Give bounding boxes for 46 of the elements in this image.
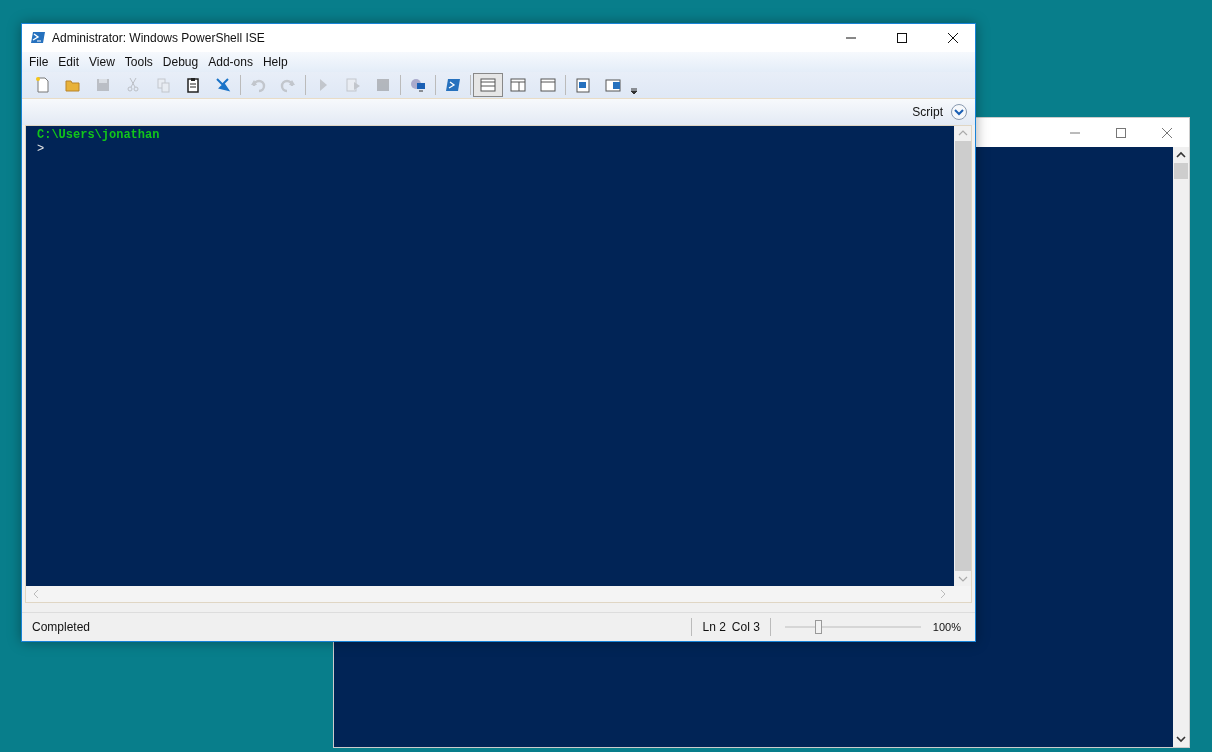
menu-item[interactable]: Tools [120,55,159,69]
layout-button[interactable] [473,73,503,97]
clear-icon [214,76,232,94]
chevron-icon [954,108,964,116]
maximize-icon[interactable] [896,32,908,44]
save-icon [94,76,112,94]
pane-script-icon [574,76,592,94]
layout-max-icon [539,76,557,94]
copy-icon [154,76,172,94]
horizontal-scrollbar[interactable] [26,586,971,602]
close-icon[interactable] [947,32,959,44]
script-pane-label: Script [912,105,943,119]
show-script-pane-button[interactable] [951,104,967,120]
runsel-icon [344,76,362,94]
window-title: Administrator: Windows PowerShell ISE [52,31,265,45]
menu-item[interactable]: View [85,55,121,69]
pane-command-icon [604,76,622,94]
zoom-slider-thumb[interactable] [814,620,822,634]
console-icon [444,76,462,94]
paste-icon [184,76,202,94]
status-text: Completed [32,620,91,634]
menu-item[interactable]: Debug [158,55,205,69]
powershell-icon [30,30,46,46]
menu-item[interactable]: Edit [54,55,86,69]
scroll-left-icon[interactable] [32,589,40,599]
layout-right-icon [509,76,527,94]
menu-item[interactable]: File [25,55,55,69]
console-prompt: > [37,142,45,156]
console-path: C:\Users\jonathan [37,128,160,142]
scroll-down-icon[interactable] [1176,735,1186,743]
menu-item[interactable]: Help [258,55,294,69]
console-pane[interactable]: C:\Users\jonathan > [26,126,954,586]
menu-item[interactable]: Add-ons [204,55,259,69]
stop-icon [374,76,392,94]
new-icon [34,76,52,94]
scroll-thumb[interactable] [1174,163,1188,179]
scroll-right-icon[interactable] [939,589,947,599]
line-number: Ln 2 [702,620,726,634]
scroll-up-icon[interactable] [1176,151,1186,159]
zoom-reading: 100% [932,621,961,633]
cut-icon [124,76,142,94]
remote-icon [409,76,427,94]
overflow-icon[interactable] [630,86,638,94]
vertical-scrollbar[interactable] [1173,147,1189,747]
layout-top-icon [479,76,497,94]
column-number: Col 3 [731,620,760,634]
